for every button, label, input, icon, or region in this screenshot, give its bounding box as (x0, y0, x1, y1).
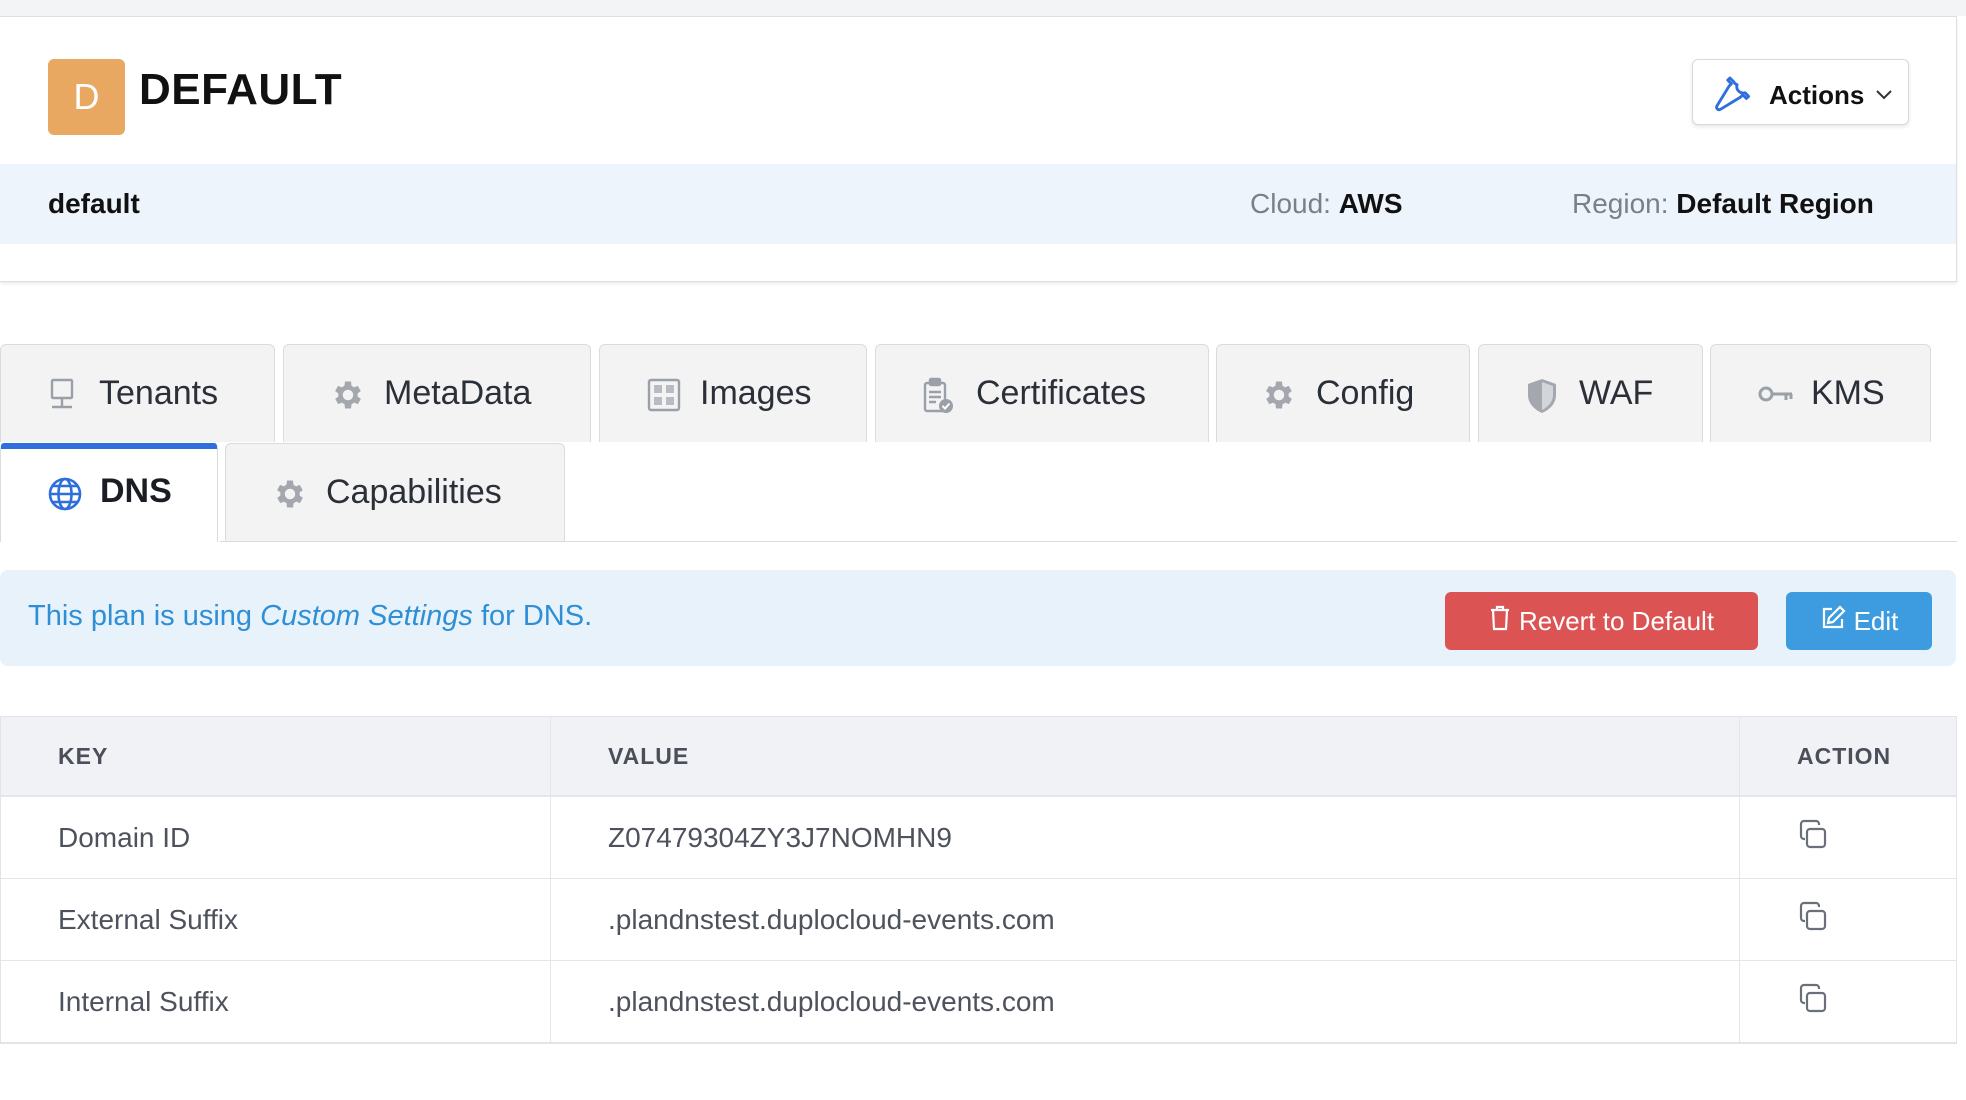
tab-metadata[interactable]: MetaData (283, 344, 591, 442)
tab-label: WAF (1579, 374, 1654, 412)
row-action (1740, 961, 1956, 1042)
gear-icon (1261, 377, 1295, 411)
region-value: Default Region (1676, 188, 1874, 219)
tab-waf[interactable]: WAF (1478, 344, 1703, 442)
top-strip (0, 0, 1966, 16)
banner-prefix: This plan is using (28, 600, 261, 632)
tab-label: Certificates (976, 374, 1147, 412)
actions-dropdown-button[interactable]: Actions (1692, 59, 1909, 125)
column-header-value: VALUE (551, 717, 1740, 795)
plan-info-bar: default Cloud: AWS Region: Default Regio… (0, 164, 1956, 244)
plan-title: DEFAULT (139, 65, 343, 114)
wrench-icon (1713, 74, 1753, 119)
banner-message: This plan is using Custom Settings for D… (28, 600, 592, 633)
region-info: Region: Default Region (1572, 188, 1874, 220)
region-label: Region: (1572, 188, 1669, 219)
column-header-key: KEY (1, 717, 551, 795)
dns-settings-table: KEY VALUE ACTION Domain ID Z07479304ZY3J… (0, 716, 1957, 1044)
row-value: Z07479304ZY3J7NOMHN9 (551, 797, 1740, 878)
tab-dns[interactable]: DNS (0, 443, 218, 542)
plan-name: default (48, 188, 140, 219)
tab-label: MetaData (384, 374, 532, 412)
active-tab-indicator (1, 443, 217, 449)
gear-icon (272, 476, 306, 510)
tab-label: Tenants (99, 374, 219, 412)
banner-emphasis: Custom Settings (260, 600, 473, 632)
tab-kms[interactable]: KMS (1710, 344, 1931, 442)
revert-label: Revert to Default (1518, 605, 1715, 636)
row-key: External Suffix (1, 879, 551, 960)
globe-icon (47, 476, 82, 511)
certificate-icon (920, 377, 954, 413)
row-action (1740, 797, 1956, 878)
trash-icon (1489, 605, 1519, 638)
cloud-info: Cloud: AWS (1250, 188, 1403, 220)
tab-label: DNS (100, 472, 172, 510)
tab-capabilities[interactable]: Capabilities (225, 443, 565, 541)
cloud-label: Cloud: (1250, 188, 1331, 219)
edit-label: Edit (1853, 605, 1899, 636)
table-row: Domain ID Z07479304ZY3J7NOMHN9 (1, 797, 1956, 879)
row-value: .plandnstest.duplocloud-events.com (551, 879, 1740, 960)
tab-tenants[interactable]: Tenants (0, 344, 275, 442)
plan-avatar: D (48, 59, 125, 135)
row-value: .plandnstest.duplocloud-events.com (551, 961, 1740, 1042)
actions-label: Actions (1769, 80, 1865, 110)
table-row: Internal Suffix .plandnstest.duplocloud-… (1, 961, 1956, 1043)
custom-settings-banner: This plan is using Custom Settings for D… (0, 570, 1956, 666)
tab-label: Images (700, 374, 812, 412)
grid-icon (646, 377, 681, 412)
column-header-action: ACTION (1797, 742, 1892, 769)
table-header-row: KEY VALUE ACTION (1, 717, 1956, 797)
tab-certificates[interactable]: Certificates (875, 344, 1209, 442)
tab-label: KMS (1811, 374, 1885, 412)
copy-icon[interactable] (1797, 819, 1829, 856)
revert-to-default-button[interactable]: Revert to Default (1445, 592, 1758, 650)
tab-baseline (220, 541, 1957, 542)
tab-label: Config (1316, 374, 1415, 412)
chevron-down-icon (1875, 88, 1893, 106)
edit-icon (1820, 604, 1854, 638)
row-action (1740, 879, 1956, 960)
row-key: Internal Suffix (1, 961, 551, 1042)
edit-button[interactable]: Edit (1786, 592, 1932, 650)
copy-icon[interactable] (1797, 901, 1829, 938)
banner-suffix: for DNS. (472, 600, 593, 632)
cloud-value: AWS (1338, 188, 1403, 219)
key-icon (1757, 383, 1793, 417)
table-row: External Suffix .plandnstest.duplocloud-… (1, 879, 1956, 961)
row-key: Domain ID (1, 797, 551, 878)
copy-icon[interactable] (1797, 983, 1829, 1020)
tab-config[interactable]: Config (1216, 344, 1470, 442)
monitor-icon (45, 377, 79, 411)
gear-icon (330, 377, 364, 411)
tab-images[interactable]: Images (599, 344, 867, 442)
shield-icon (1525, 377, 1559, 413)
tab-label: Capabilities (326, 473, 502, 511)
